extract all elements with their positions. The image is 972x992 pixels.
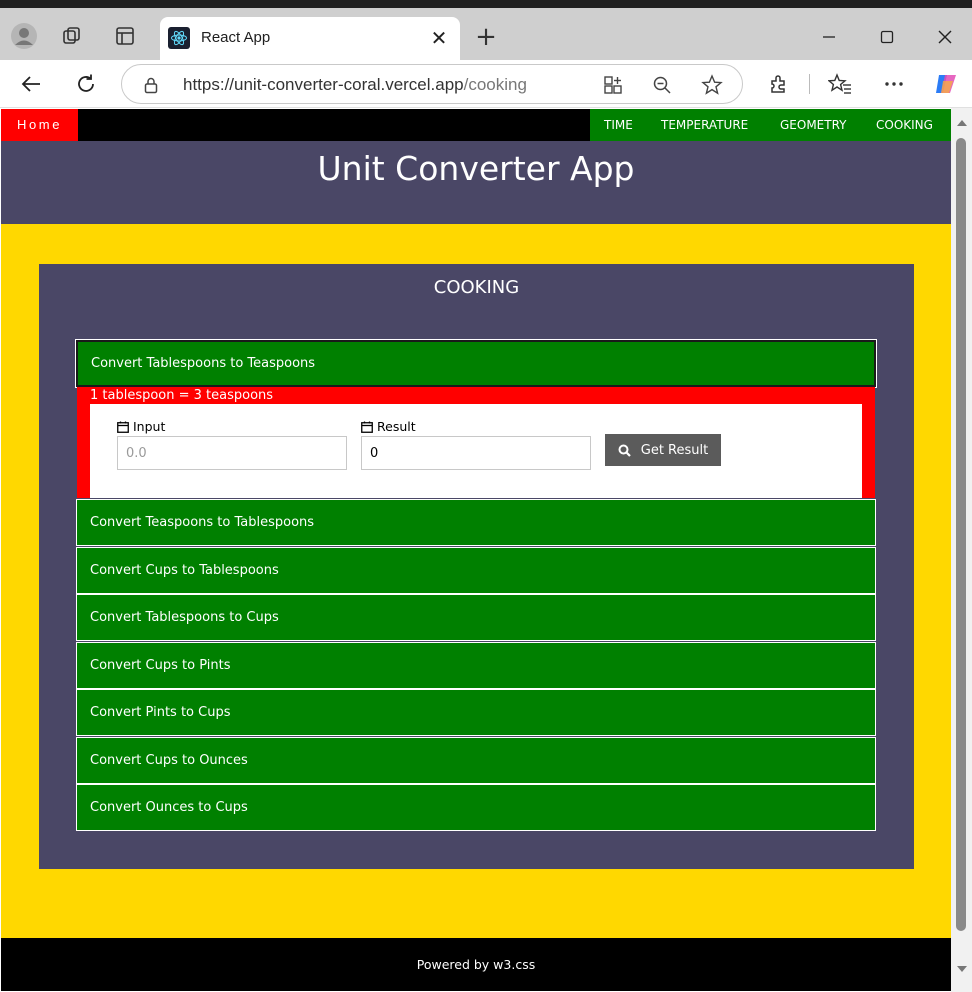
page-viewport: Home TIME TEMPERATURE GEOMETRY COOKING U… [0,108,972,992]
scroll-up-icon[interactable] [957,120,967,126]
input-label-text: Input [133,419,166,434]
result-label: Result [361,419,416,434]
window-close-icon[interactable] [930,26,960,48]
nav-link-time[interactable]: TIME [604,109,633,141]
conversion-note: 1 tablespoon = 3 teaspoons [90,388,274,403]
back-icon[interactable] [16,69,46,99]
nav-links: TIME TEMPERATURE GEOMETRY COOKING [590,109,951,141]
maximize-icon[interactable] [872,26,902,48]
converter-form: Input Result Get Result [90,404,862,498]
accordion-item[interactable]: Convert Ounces to Cups [76,784,876,831]
tab-bar: React App ✕ + [0,8,972,61]
accordion-item[interactable]: Convert Pints to Cups [76,689,876,736]
react-favicon-icon [168,27,190,49]
scrollbar[interactable] [951,108,972,992]
input-field[interactable] [117,436,347,470]
more-icon[interactable] [881,71,907,97]
accordion-item[interactable]: Convert Tablespoons to Cups [76,594,876,641]
address-bar[interactable]: https://unit-converter-coral.vercel.app/… [121,64,743,104]
accordion-item[interactable]: Convert Teaspoons to Tablespoons [76,499,876,546]
accordion-item[interactable]: Convert Cups to Tablespoons [76,547,876,594]
close-icon[interactable]: ✕ [428,27,450,49]
url-path: /cooking [463,75,527,94]
tab-actions-icon[interactable] [111,22,139,50]
result-label-text: Result [377,419,416,434]
calendar-icon [117,421,129,433]
app-header: Unit Converter App [1,141,951,224]
minimize-icon[interactable] [814,26,844,48]
page-body: Home TIME TEMPERATURE GEOMETRY COOKING U… [1,109,951,991]
section-title: COOKING [433,277,520,298]
converter-card: COOKING Convert Tablespoons to Teaspoons… [39,264,914,869]
accordion-panel: 1 tablespoon = 3 teaspoons Input Result [77,387,875,498]
nav-link-temperature[interactable]: TEMPERATURE [661,109,748,141]
lock-icon[interactable] [142,76,160,94]
window-top-strip [0,0,972,8]
accordion-item-open[interactable]: Convert Tablespoons to Teaspoons [75,339,877,388]
url-host: https://unit-converter-coral.vercel.app [183,75,464,94]
nav-link-geometry[interactable]: GEOMETRY [780,109,847,141]
new-tab-icon[interactable]: + [472,24,500,52]
get-result-button[interactable]: Get Result [605,434,721,466]
collections-icon[interactable] [58,22,86,50]
copilot-icon[interactable] [933,71,959,97]
footer-text: Powered by w3.css [416,957,536,972]
input-label: Input [117,419,165,434]
scrollbar-thumb[interactable] [956,138,966,931]
page-title: Unit Converter App [317,149,635,188]
tab-title: React App [201,29,271,46]
get-result-label: Get Result [640,442,709,458]
nav-link-cooking[interactable]: COOKING [876,109,933,141]
zoom-icon[interactable] [651,74,673,96]
favorite-star-icon[interactable] [701,74,723,96]
refresh-icon[interactable] [71,69,101,99]
search-icon [618,444,631,457]
accordion-item[interactable]: Convert Cups to Pints [76,642,876,689]
extensions-icon[interactable] [766,71,792,97]
result-field[interactable] [361,436,591,470]
page-footer: Powered by w3.css [1,938,951,991]
accordion-item[interactable]: Convert Cups to Ounces [76,737,876,784]
calendar-icon [361,421,373,433]
toolbar-divider [809,74,810,94]
profile-icon[interactable] [10,22,38,50]
nav-home-link[interactable]: Home [1,109,78,141]
browser-tab[interactable]: React App ✕ [160,17,460,61]
scroll-down-icon[interactable] [957,966,967,972]
app-available-icon[interactable] [602,74,624,96]
favorites-icon[interactable] [827,71,853,97]
address-toolbar: https://unit-converter-coral.vercel.app/… [0,60,972,108]
url-text[interactable]: https://unit-converter-coral.vercel.app/… [183,75,527,95]
top-navbar: Home TIME TEMPERATURE GEOMETRY COOKING [1,109,951,141]
